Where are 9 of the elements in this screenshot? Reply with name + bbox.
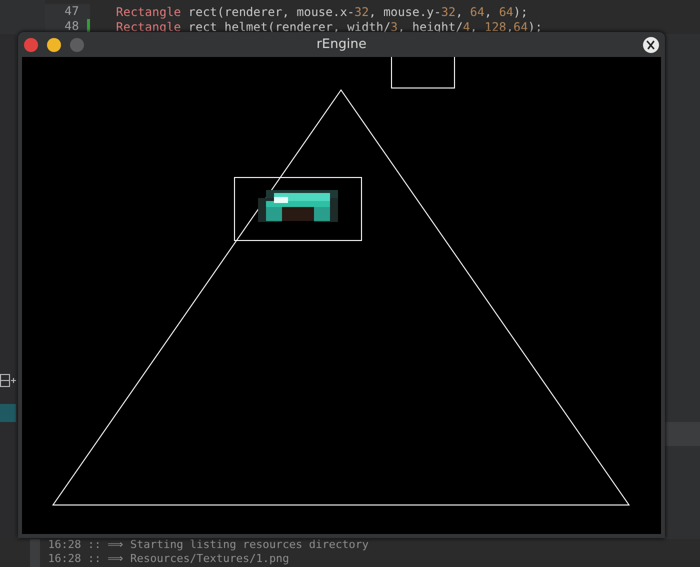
line-number: 47 xyxy=(45,4,87,19)
minimize-button[interactable] xyxy=(47,38,61,52)
window-title: rEngine xyxy=(316,37,366,52)
split-add-icon[interactable] xyxy=(0,374,16,388)
x-logo-icon[interactable] xyxy=(643,36,659,52)
close-button[interactable] xyxy=(24,38,38,52)
log-line: 16:28 :: ⟹ Starting listing resources directory xyxy=(48,538,369,552)
code-line: Rectangle rect(renderer, mouse.x-32, mouse.y-32, 64, 64); xyxy=(116,4,528,18)
log-line: 16:28 :: ⟹ Resources/Textures/1.png xyxy=(48,552,290,566)
